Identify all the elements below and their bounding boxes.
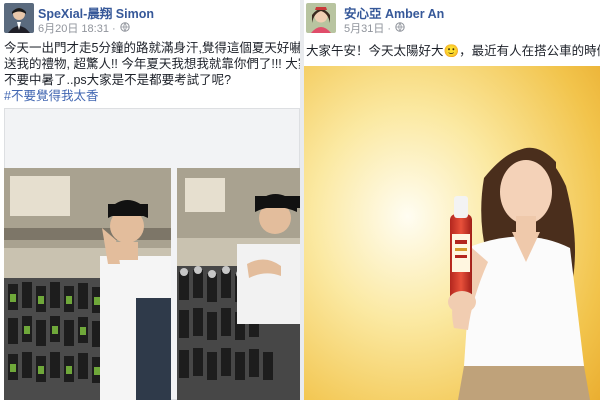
post-date[interactable]: 6月20日 18:31 · [38, 20, 116, 36]
post-meta: 6月20日 18:31 · [38, 20, 130, 36]
globe-icon [119, 21, 130, 35]
post-text-line: 不要中暑了..ps大家是不是都要考試了呢? [4, 73, 232, 87]
author-avatar[interactable] [4, 3, 34, 33]
post-body: 今天一出門才走5分鐘的路就滿身汗,覺得這個夏天好嚇人！謝 送我的禮物, 超驚人!… [4, 40, 300, 104]
post-photo-2[interactable] [177, 168, 300, 400]
hashtag-link[interactable]: #不要覺得我太香 [4, 88, 300, 104]
post-header: SpeXial-晨翔 Simon 6月20日 18:31 · [0, 0, 300, 38]
post-amber: 安心亞 Amber An 5月31日 · 大家午安！今天太陽好大🙂，最近有人在搭… [304, 0, 600, 400]
post-meta: 5月31日 · [344, 20, 405, 36]
post-date[interactable]: 5月31日 · [344, 20, 391, 36]
post-photo-ad[interactable] [304, 66, 600, 400]
post-simon: SpeXial-晨翔 Simon 6月20日 18:31 · 今天一出門才走5分… [0, 0, 300, 400]
author-avatar[interactable] [306, 3, 336, 33]
post-text-line: 今天一出門才走5分鐘的路就滿身汗,覺得這個夏天好嚇人！謝 [4, 41, 300, 55]
post-photo-1[interactable] [4, 168, 171, 400]
post-text-line: 大家午安！今天太陽好大🙂，最近有人在搭公車的時候遇到 [306, 44, 600, 58]
post-text-line: 送我的禮物, 超驚人!! 今年夏天我想我就靠你們了!!! 大家出門都 [4, 57, 300, 71]
post-body: 大家午安！今天太陽好大🙂，最近有人在搭公車的時候遇到 [306, 43, 600, 59]
globe-icon [395, 21, 405, 35]
post-header: 安心亞 Amber An 5月31日 · [304, 0, 600, 38]
